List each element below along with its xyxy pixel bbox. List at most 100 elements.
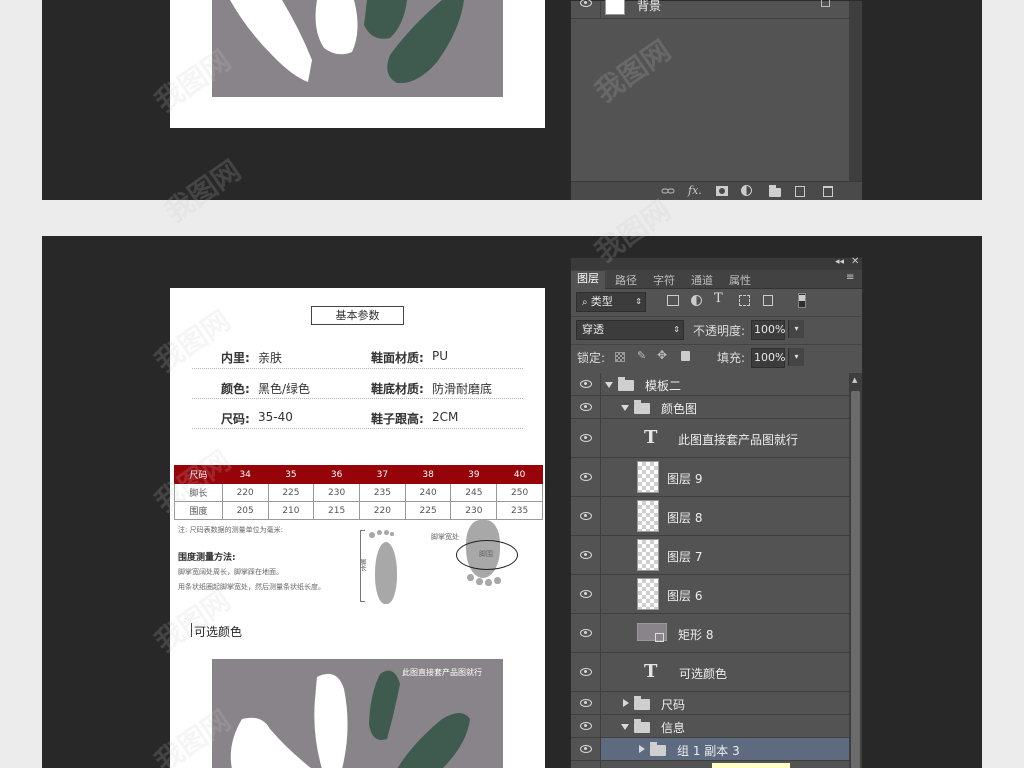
lock-position-icon[interactable]: ✥ (657, 348, 667, 362)
size-table-cell: 34 (221, 465, 269, 484)
layer-row-pixel[interactable]: 图层 6 (571, 575, 849, 614)
layer-row-group[interactable]: 信息 (571, 715, 849, 738)
link-icon[interactable] (661, 186, 675, 196)
type-filter-icon[interactable]: T (714, 291, 723, 306)
visibility-cell[interactable] (571, 536, 601, 574)
tab-character[interactable]: 字符 (653, 273, 675, 289)
size-table: 尺码 34 35 36 37 38 39 40 脚长 220 225 230 2… (174, 465, 543, 520)
filter-kind-select[interactable]: ⌕ 类型 ⇕ (576, 292, 646, 312)
method-line: 脚掌宽阔处周长，脚掌踩在地面。 (178, 568, 283, 576)
eye-icon[interactable] (580, 512, 592, 520)
text-cursor (191, 623, 192, 637)
opacity-input[interactable]: 100% (751, 320, 785, 340)
adjustment-icon[interactable] (741, 185, 752, 196)
fill-dropdown-button[interactable]: ▾ (788, 348, 804, 366)
visibility-cell[interactable] (571, 738, 601, 760)
visibility-cell[interactable] (571, 761, 601, 768)
folder-icon[interactable] (769, 185, 781, 197)
eye-icon[interactable] (580, 699, 592, 707)
product-photo-top (212, 0, 503, 97)
visibility-cell[interactable] (571, 575, 601, 613)
spec-label-sole: 鞋底材质: (371, 382, 424, 396)
layer-name: 尺码 (661, 698, 686, 712)
eye-icon[interactable] (580, 722, 592, 730)
trash-icon[interactable] (823, 186, 833, 197)
layer-row-pixel[interactable]: 图层 9 (571, 458, 849, 497)
visibility-cell[interactable] (571, 653, 601, 691)
layer-row-partial[interactable] (571, 761, 849, 768)
close-icon[interactable]: ✕ (851, 256, 859, 267)
layer-row-text[interactable]: T 可选颜色 (571, 653, 849, 692)
size-table-cell: 225 (404, 501, 452, 520)
expand-triangle-icon[interactable] (621, 724, 629, 730)
spec-value-size: 35-40 (258, 410, 293, 424)
vector-mask-icon (655, 633, 664, 642)
expand-triangle-icon[interactable] (623, 699, 629, 707)
eye-icon[interactable] (580, 473, 592, 481)
fx-icon[interactable]: fx. (688, 184, 702, 197)
fill-input[interactable]: 100% (751, 348, 785, 368)
new-layer-icon[interactable] (795, 186, 805, 197)
eye-icon[interactable] (580, 0, 592, 7)
visibility-cell[interactable] (571, 715, 601, 737)
visibility-cell[interactable] (571, 614, 601, 652)
layer-name: 此图直接套产品图就行 (678, 433, 799, 447)
layer-name: 图层 6 (667, 589, 703, 603)
eye-icon[interactable] (580, 403, 592, 411)
visibility-cell[interactable] (571, 692, 601, 714)
layer-row-group-selected[interactable]: 组 1 副本 3 (571, 738, 849, 761)
eye-icon[interactable] (580, 434, 592, 442)
scrollbar-track[interactable] (849, 1, 862, 181)
panel-menu-icon[interactable]: ≡ (846, 272, 854, 283)
visibility-cell[interactable] (571, 458, 601, 496)
layer-name: 可选颜色 (679, 667, 728, 681)
size-table-cell: 脚长 (174, 483, 223, 502)
layer-row-background[interactable]: 背景 (571, 0, 849, 19)
eye-icon[interactable] (580, 590, 592, 598)
collapse-icon[interactable]: ◂◂ (835, 257, 844, 267)
eye-icon[interactable] (580, 668, 592, 676)
pixel-filter-icon[interactable] (667, 295, 679, 306)
girth-label: 脚围 (479, 550, 493, 558)
eye-icon[interactable] (580, 629, 592, 637)
visibility-cell[interactable] (571, 396, 601, 418)
visibility-cell[interactable] (571, 0, 601, 18)
layer-row-text[interactable]: T 此图直接套产品图就行 (571, 419, 849, 458)
shape-filter-icon[interactable] (739, 295, 750, 306)
folder-icon (634, 719, 650, 733)
lock-transparency-icon[interactable] (615, 352, 625, 362)
smart-object-filter-icon[interactable] (763, 295, 773, 306)
optional-colors-label[interactable]: 可选颜色 (194, 623, 242, 640)
lock-all-icon[interactable] (681, 351, 690, 361)
tab-paths[interactable]: 路径 (615, 273, 637, 289)
scrollbar-thumb[interactable] (851, 391, 860, 768)
visibility-cell[interactable] (571, 419, 601, 457)
adjustment-filter-icon[interactable] (691, 295, 702, 306)
layer-row-group[interactable]: 模板二 (571, 373, 849, 396)
expand-triangle-icon[interactable] (621, 405, 629, 411)
expand-triangle-icon[interactable] (639, 745, 645, 753)
layer-row-group[interactable]: 尺码 (571, 692, 849, 715)
size-table-cell: 240 (404, 483, 452, 502)
tab-layers[interactable]: 图层 (571, 271, 605, 289)
layer-row-pixel[interactable]: 图层 7 (571, 536, 849, 575)
tab-properties[interactable]: 属性 (729, 273, 751, 289)
spec-label-size: 尺码: (221, 412, 250, 426)
spec-value-sole: 防滑耐磨底 (432, 382, 493, 396)
layer-row-shape[interactable]: 矩形 8 (571, 614, 849, 653)
lock-pixels-icon[interactable]: ✎ (637, 349, 646, 362)
layer-row-pixel[interactable]: 图层 8 (571, 497, 849, 536)
opacity-dropdown-button[interactable]: ▾ (788, 320, 804, 338)
mask-icon[interactable] (716, 186, 728, 196)
visibility-cell[interactable] (571, 497, 601, 535)
scroll-up-arrow-icon[interactable]: ▲ (852, 376, 857, 384)
blend-mode-select[interactable]: 穿透 ⇕ (576, 320, 684, 340)
layer-row-group[interactable]: 颜色图 (571, 396, 849, 419)
eye-icon[interactable] (580, 380, 592, 388)
tab-channels[interactable]: 通道 (691, 273, 713, 289)
expand-triangle-icon[interactable] (605, 382, 613, 388)
visibility-cell[interactable] (571, 373, 601, 395)
filter-toggle[interactable] (798, 293, 806, 308)
eye-icon[interactable] (580, 745, 592, 753)
eye-icon[interactable] (580, 551, 592, 559)
